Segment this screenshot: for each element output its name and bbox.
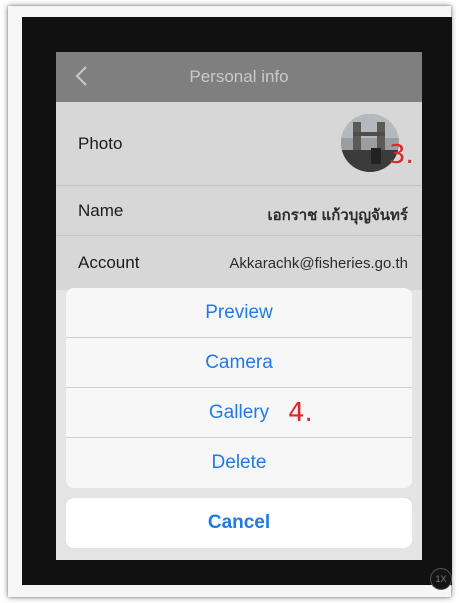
cancel-button[interactable]: Cancel [66,498,412,548]
name-label: Name [78,201,124,220]
gallery-label: Gallery [208,401,270,423]
gallery-button[interactable]: Gallery 4. [66,388,412,438]
account-row[interactable]: Account Akkarachk@fisheries.go.th [56,236,422,290]
name-value: เอกราช แก้วบุญจันทร์ [267,207,408,224]
step-4-annotation: 4. [288,398,313,428]
step-3-annotation: 3. [389,140,414,170]
account-value: Akkarachk@fisheries.go.th [229,255,408,272]
action-sheet: Preview Camera Gallery 4. Delete [66,288,412,488]
preview-button[interactable]: Preview [66,288,412,338]
zoom-badge[interactable]: 1X [430,568,452,590]
nav-bar: Personal info [56,52,422,102]
phone-screen: Personal info Photo 3. Name เอกราช แก้วบ… [56,52,422,560]
page-title: Personal info [189,67,289,86]
device-overlay: Personal info Photo 3. Name เอกราช แก้วบ… [22,17,452,585]
delete-button[interactable]: Delete [66,438,412,488]
account-label: Account [78,253,140,272]
photo-row[interactable]: Photo 3. [56,102,422,186]
name-row[interactable]: Name เอกราช แก้วบุญจันทร์ [56,186,422,236]
photo-label: Photo [78,134,123,153]
camera-button[interactable]: Camera [66,338,412,388]
